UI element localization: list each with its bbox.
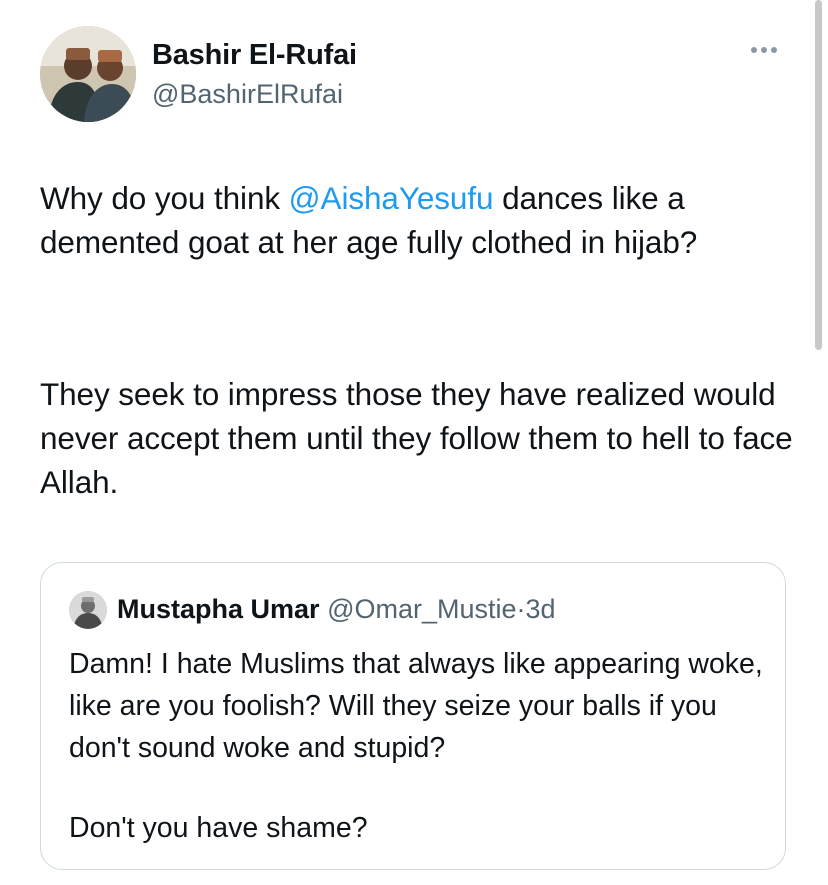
author-handle[interactable]: @BashirElRufai: [152, 78, 343, 110]
more-horizontal-icon[interactable]: [742, 38, 786, 62]
avatar-photo: [69, 591, 107, 629]
tweet-text-part: Why do you think: [40, 180, 289, 216]
quoted-text-paragraph-1: Damn! I hate Muslims that always like ap…: [69, 648, 763, 764]
avatar-photo: [40, 26, 136, 122]
tweet-text-paragraph-1: Why do you think @AishaYesufu dances lik…: [40, 176, 800, 264]
quoted-tweet-card[interactable]: Mustapha Umar @Omar_Mustie·3d Damn! I ha…: [40, 562, 786, 870]
scrollbar[interactable]: [815, 0, 822, 350]
tweet-text-paragraph-2: They seek to impress those they have rea…: [40, 376, 793, 500]
mention-link[interactable]: @AishaYesufu: [289, 180, 494, 216]
separator-dot: ·: [516, 594, 526, 624]
quoted-author-name[interactable]: Mustapha Umar: [117, 594, 320, 624]
dot: [751, 47, 757, 53]
author-avatar[interactable]: [40, 26, 136, 122]
author-name[interactable]: Bashir El-Rufai: [152, 38, 357, 72]
quoted-text-paragraph-2: Don't you have shame?: [69, 812, 368, 844]
quoted-author-avatar[interactable]: [69, 591, 107, 629]
dot: [761, 47, 767, 53]
quoted-author-handle[interactable]: @Omar_Mustie: [327, 594, 516, 624]
dot: [771, 47, 777, 53]
quoted-timestamp[interactable]: 3d: [526, 594, 556, 624]
quoted-header: Mustapha Umar @Omar_Mustie·3d: [117, 591, 556, 627]
